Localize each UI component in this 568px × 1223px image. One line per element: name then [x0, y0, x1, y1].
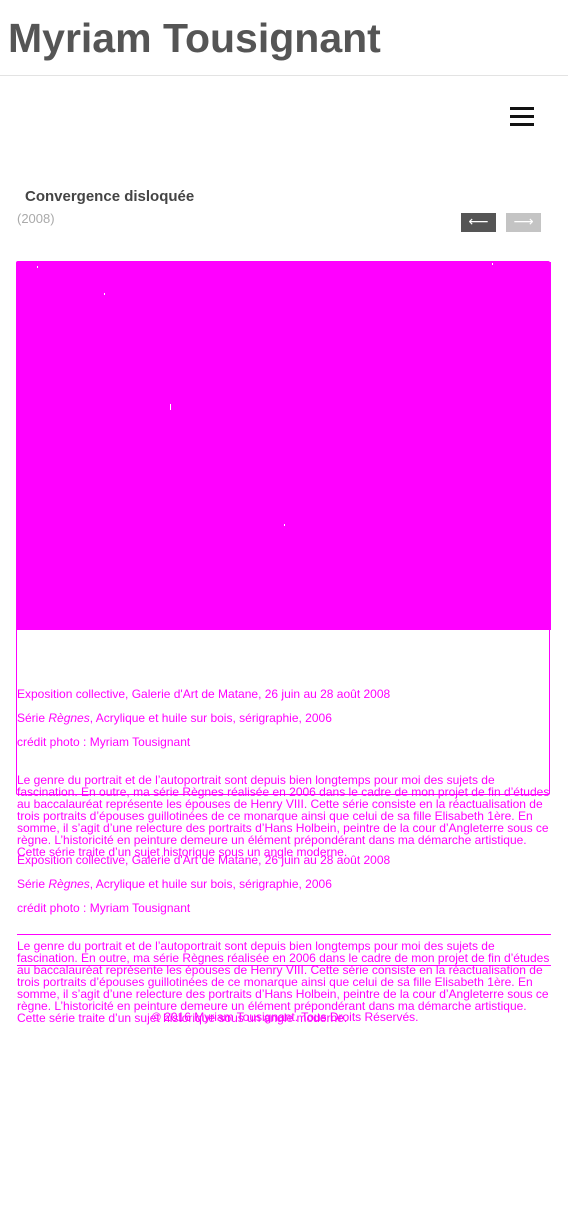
next-work-button[interactable]: ⟶ — [506, 213, 541, 232]
exhibition-info: Exposition collective, Galerie d'Art de … — [17, 853, 391, 867]
series-name: Règnes — [48, 877, 90, 891]
series-info: Série Règnes, Acrylique et huile sur boi… — [17, 711, 332, 725]
previous-work-button[interactable]: ⟵ — [461, 213, 496, 232]
image-artifact — [104, 293, 105, 295]
hamburger-menu-icon[interactable] — [508, 106, 536, 130]
work-year: (2008) — [17, 211, 55, 226]
divider — [17, 934, 551, 935]
footer-copyright: © 2016 Myriam Tousignant. Tous Droits Ré… — [152, 1010, 419, 1024]
image-artifact — [492, 263, 493, 265]
menu-bar — [510, 115, 534, 118]
site-title[interactable]: Myriam Tousignant — [8, 15, 381, 62]
description: Le genre du portrait et de l’autoportrai… — [17, 773, 550, 859]
divider — [17, 965, 551, 966]
work-title: Convergence disloquée — [25, 188, 195, 205]
image-artifact — [170, 404, 171, 410]
photo-credit: crédit photo : Myriam Tousignant — [17, 901, 191, 915]
artwork-image[interactable] — [17, 262, 551, 630]
photo-credit: crédit photo : Myriam Tousignant — [17, 735, 191, 749]
series-name: Règnes — [48, 711, 90, 725]
menu-bar — [510, 107, 534, 110]
exhibition-info: Exposition collective, Galerie d'Art de … — [17, 687, 391, 701]
image-artifact — [284, 524, 285, 526]
menu-bar — [510, 123, 534, 126]
site-header: Myriam Tousignant — [0, 0, 568, 76]
series-info: Série Règnes, Acrylique et huile sur boi… — [17, 877, 332, 891]
image-artifact — [37, 266, 38, 268]
